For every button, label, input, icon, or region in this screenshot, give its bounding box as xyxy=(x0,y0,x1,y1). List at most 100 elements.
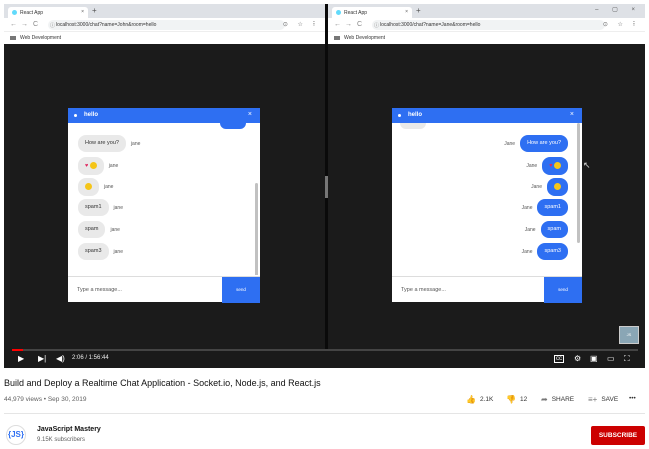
forward-icon[interactable]: → xyxy=(21,21,28,28)
settings-icon[interactable]: ⚙ xyxy=(574,354,581,363)
chat-header: hello × xyxy=(392,108,582,123)
tab-title: React App xyxy=(344,10,368,16)
more-icon: ••• xyxy=(629,395,636,402)
address-bar[interactable]: ⓘ localhost:3000/chat?name=Jane&room=hel… xyxy=(372,20,605,30)
close-icon[interactable]: × xyxy=(248,111,252,118)
toolbar-icons[interactable]: ⊙ ☆ ⠇ xyxy=(283,21,321,28)
channel-watermark[interactable]: JS xyxy=(619,326,639,344)
tab-close-icon[interactable]: × xyxy=(81,9,84,15)
channel-name[interactable]: JavaScript Mastery xyxy=(37,426,101,433)
message-sender: Jane xyxy=(504,140,516,147)
toolbar-icons[interactable]: ⊙ ☆ ⠇ xyxy=(603,21,641,28)
heart-icon: ♥ xyxy=(85,162,89,169)
message-sender: jane xyxy=(110,226,120,233)
window-controls[interactable]: – ▢ × xyxy=(595,6,641,13)
save-label: SAVE xyxy=(601,396,619,403)
fullscreen-icon[interactable]: ⛶ xyxy=(624,354,630,364)
message-sender: jane xyxy=(130,140,141,147)
video-player[interactable]: React App × + ← → C ⓘ localhost:3000/cha… xyxy=(4,4,645,368)
browser-tab[interactable]: React App × xyxy=(8,7,88,18)
message-bubble: How are you? xyxy=(520,135,568,152)
message-bubble xyxy=(78,178,99,196)
subscriber-count: 9.15K subscribers xyxy=(37,437,86,443)
message-row: How are you? jane xyxy=(78,135,145,152)
message-row: Jane xyxy=(526,178,568,196)
message-list[interactable]: Jane How are you? Jane ♥ Jane Jane spam1 xyxy=(392,123,582,275)
browser-toolbar: ← → C ⓘ localhost:3000/chat?name=John&ro… xyxy=(4,18,325,32)
save-button[interactable]: ≡+ SAVE xyxy=(588,395,618,404)
tab-title: React App xyxy=(20,10,44,16)
message-sender: jane xyxy=(113,248,123,255)
message-row: Jane ♥ xyxy=(521,157,568,175)
tab-close-icon[interactable]: × xyxy=(405,9,408,15)
message-sender: jane xyxy=(108,162,119,169)
player-controls: ▶ ▶| ◀) 2:06 / 1:56:44 cc ⚙ ▣ ▭ ⛶ xyxy=(4,349,645,368)
bookmark-web-development[interactable]: Web Development xyxy=(20,35,61,41)
play-icon[interactable]: ▶ xyxy=(18,354,24,363)
more-actions-button[interactable]: ••• xyxy=(629,395,636,402)
close-icon[interactable]: × xyxy=(570,111,574,118)
chat-header: hello × xyxy=(68,108,260,123)
mouse-cursor-icon: ↖ xyxy=(583,160,591,170)
video-title: Build and Deploy a Realtime Chat Applica… xyxy=(4,378,321,388)
send-button[interactable]: send xyxy=(222,277,260,303)
reload-icon[interactable]: C xyxy=(357,21,362,28)
scrollbar[interactable] xyxy=(577,123,580,243)
message-bubble: spam1 xyxy=(537,199,568,216)
online-icon xyxy=(398,114,401,117)
bookmarks-bar: Web Development xyxy=(328,32,645,44)
message-sender: Jane xyxy=(526,162,538,169)
online-icon xyxy=(74,114,77,117)
dislike-button[interactable]: 👎 12 xyxy=(506,395,527,404)
theater-mode-icon[interactable]: ▭ xyxy=(607,354,615,363)
channel-avatar[interactable]: {JS} xyxy=(6,425,26,445)
message-sender: jane xyxy=(113,204,123,211)
new-tab-button[interactable]: + xyxy=(416,6,421,15)
forward-icon[interactable]: → xyxy=(345,21,352,28)
volume-icon[interactable]: ◀) xyxy=(56,354,65,363)
progress-bar[interactable] xyxy=(12,349,638,351)
time-display: 2:06 / 1:56:44 xyxy=(72,355,109,361)
browser-chrome: React App × + ← → C ⓘ localhost:3000/cha… xyxy=(4,4,325,44)
message-bubble xyxy=(547,178,568,196)
grin-emoji-icon xyxy=(554,183,561,190)
folder-icon xyxy=(334,35,340,40)
bookmark-web-development[interactable]: Web Development xyxy=(344,35,385,41)
room-name: hello xyxy=(84,112,99,118)
back-icon[interactable]: ← xyxy=(10,21,17,28)
address-bar[interactable]: ⓘ localhost:3000/chat?name=John&room=hel… xyxy=(48,20,285,30)
back-icon[interactable]: ← xyxy=(334,21,341,28)
chat-widget: hello × How are you? jane ♥ jane jane sp… xyxy=(68,108,260,303)
folder-icon xyxy=(10,35,16,40)
next-icon[interactable]: ▶| xyxy=(38,354,46,363)
info-icon: ⓘ xyxy=(374,23,380,29)
page-viewport: hello × Jane How are you? Jane ♥ Jane Ja… xyxy=(328,44,645,349)
message-input[interactable]: Type a message... xyxy=(401,287,446,293)
miniplayer-icon[interactable]: ▣ xyxy=(590,354,598,363)
share-button[interactable]: ➦ SHARE xyxy=(541,395,574,404)
message-bubble: spam xyxy=(540,221,568,238)
reload-icon[interactable]: C xyxy=(33,21,38,28)
react-icon xyxy=(336,10,341,15)
browser-chrome: React App × + – ▢ × ← → C ⓘ localhost:30… xyxy=(328,4,645,44)
message-sender: jane xyxy=(104,183,114,190)
message-row: spam jane xyxy=(78,221,125,238)
new-tab-button[interactable]: + xyxy=(92,6,97,15)
subscribe-button[interactable]: SUBSCRIBE xyxy=(591,426,645,445)
info-icon: ⓘ xyxy=(50,23,56,29)
message-bubble-partial xyxy=(400,123,426,129)
send-button[interactable]: send xyxy=(544,277,582,303)
scrollbar[interactable] xyxy=(255,183,258,275)
message-bubble: How are you? xyxy=(78,135,126,152)
message-row: Jane spam1 xyxy=(517,199,568,216)
bookmarks-bar: Web Development xyxy=(4,32,325,44)
thumbs-up-icon: 👍 xyxy=(466,395,476,404)
browser-tab[interactable]: React App × xyxy=(332,7,412,18)
message-list[interactable]: How are you? jane ♥ jane jane spam1 jane xyxy=(68,123,260,275)
message-input[interactable]: Type a message... xyxy=(77,287,122,293)
like-button[interactable]: 👍 2.1K xyxy=(466,395,493,404)
right-browser-window: React App × + – ▢ × ← → C ⓘ localhost:30… xyxy=(328,4,645,349)
captions-icon[interactable]: cc xyxy=(554,355,564,363)
browser-toolbar: ← → C ⓘ localhost:3000/chat?name=Jane&ro… xyxy=(328,18,645,32)
divider xyxy=(4,413,645,414)
